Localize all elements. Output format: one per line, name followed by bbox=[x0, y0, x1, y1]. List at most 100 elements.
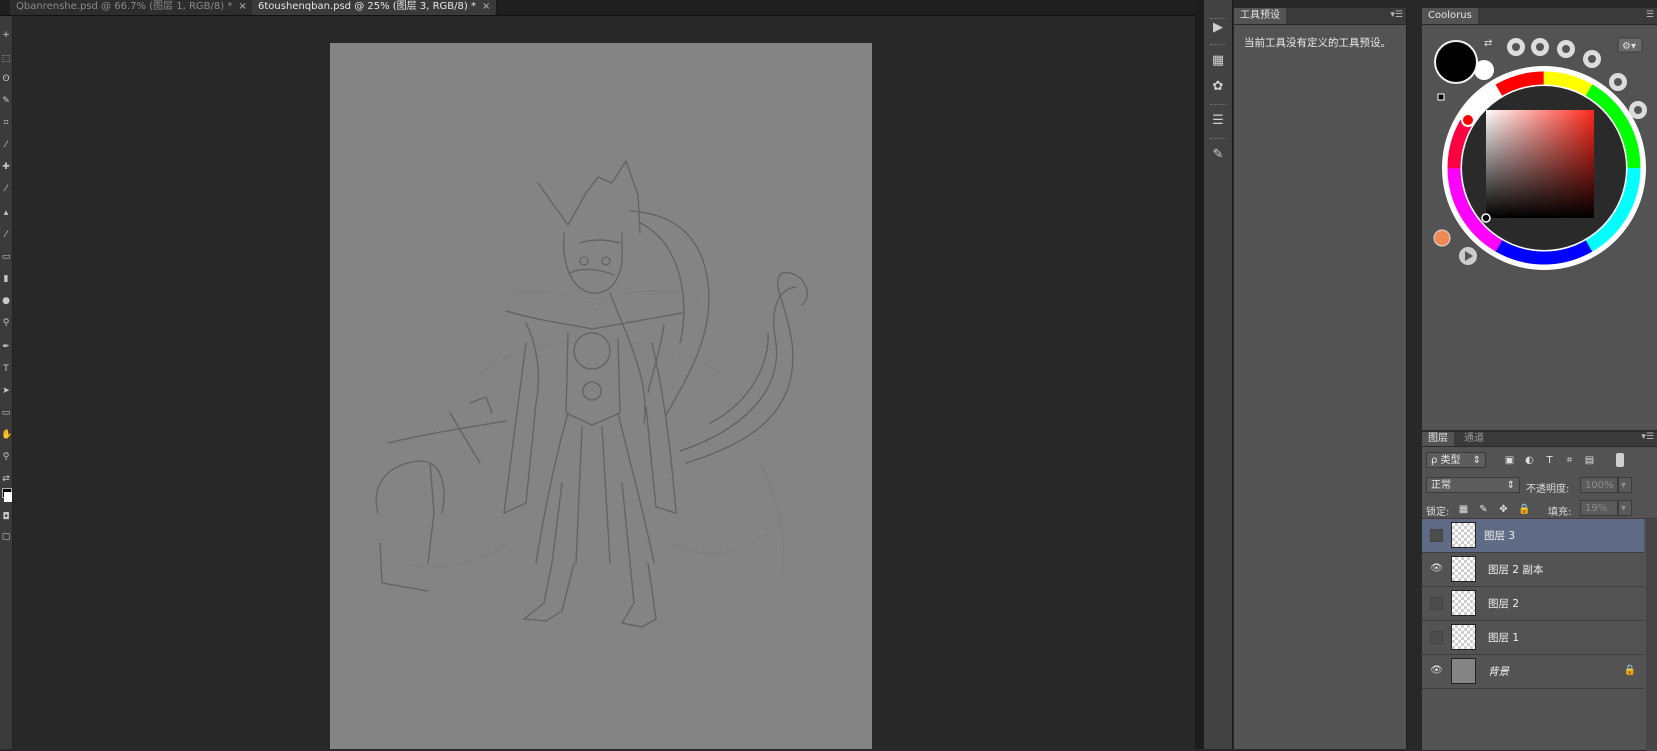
gear-glyph: ⚙▾ bbox=[1622, 41, 1636, 52]
filter-label: ρ 类型 bbox=[1431, 455, 1461, 466]
layer-row-1[interactable]: 图层 1 bbox=[1422, 621, 1644, 655]
marquee-tool-icon[interactable]: ⬚ bbox=[1, 54, 11, 64]
tab-qbanrenshe[interactable]: Qbanrenshe.psd @ 66.7% (图层 1, RGB/8) * × bbox=[10, 0, 254, 15]
move-tool-icon[interactable]: + bbox=[1, 30, 11, 40]
lock-image-icon[interactable]: ✎ bbox=[1478, 504, 1489, 515]
history-brush-tool-icon[interactable]: ⁄ bbox=[1, 230, 11, 240]
healing-tool-icon[interactable]: ✚ bbox=[1, 162, 11, 172]
dock-grip[interactable] bbox=[1210, 138, 1226, 141]
chevron-icon: ⇕ bbox=[1472, 455, 1481, 466]
brush-preset-icon[interactable]: ✎ bbox=[1208, 146, 1228, 164]
panel-tab-bar: 图层 通道 ▾☰ bbox=[1422, 432, 1657, 447]
panel-icon-dock: ▶ ▦ ✿ ☰ ✎ bbox=[1203, 0, 1233, 749]
default-colors-icon[interactable]: ⇄ bbox=[1, 474, 11, 484]
visibility-toggle[interactable] bbox=[1430, 631, 1443, 644]
layers-panel: 图层 通道 ▾☰ ρ 类型 ⇕ ▣ ◐ T ⌗ ▤ 正常 ⇕ 不透明度: 100% … bbox=[1422, 431, 1657, 751]
dodge-tool-icon[interactable]: ⚲ bbox=[1, 318, 11, 328]
hue-picker[interactable] bbox=[1461, 113, 1475, 127]
panel-divider[interactable] bbox=[1195, 0, 1203, 749]
type-filter-icon[interactable]: T bbox=[1544, 455, 1555, 466]
layer-filter-select[interactable]: ρ 类型 ⇕ bbox=[1426, 452, 1486, 468]
layer-row-background[interactable]: 👁 背景 🔒 bbox=[1422, 655, 1644, 689]
tab-tool-presets[interactable]: 工具预设 bbox=[1234, 8, 1286, 24]
panel-menu-icon[interactable]: ▾☰ bbox=[1641, 432, 1654, 442]
close-icon[interactable]: × bbox=[238, 1, 246, 12]
zoom-tool-icon[interactable]: ⚲ bbox=[1, 452, 11, 462]
opacity-input[interactable]: 100% bbox=[1580, 477, 1618, 493]
presets-message: 当前工具没有定义的工具预设。 bbox=[1244, 37, 1391, 49]
type-tool-icon[interactable]: T bbox=[1, 364, 11, 374]
lasso-tool-icon[interactable]: ʘ bbox=[1, 74, 11, 84]
layer-row-3[interactable]: 图层 3 bbox=[1422, 519, 1644, 553]
tab-coolorus[interactable]: Coolorus bbox=[1422, 8, 1478, 24]
shape-filter-icon[interactable]: ⌗ bbox=[1564, 455, 1575, 466]
foreground-color-swatch[interactable] bbox=[1436, 42, 1476, 82]
background-color-swatch[interactable] bbox=[4, 492, 12, 502]
panel-menu-icon[interactable]: ▾☰ bbox=[1390, 10, 1403, 20]
close-icon[interactable]: × bbox=[482, 1, 490, 12]
blur-tool-icon[interactable]: ● bbox=[1, 296, 11, 306]
layer-name: 背景 bbox=[1488, 666, 1509, 678]
document-tab-bar: Qbanrenshe.psd @ 66.7% (图层 1, RGB/8) * × … bbox=[0, 0, 1202, 16]
quick-select-tool-icon[interactable]: ✎ bbox=[1, 96, 11, 106]
palette-icon[interactable]: ✿ bbox=[1208, 78, 1228, 96]
brush-tool-icon[interactable]: ⁄ bbox=[1, 184, 11, 194]
blend-mode-select[interactable]: 正常 ⇕ bbox=[1426, 477, 1520, 493]
layer-thumbnail bbox=[1451, 590, 1476, 616]
layers-list: 图层 3 👁 图层 2 副本 图层 2 图层 1 👁 背景 🔒 bbox=[1422, 518, 1657, 751]
swatches-icon[interactable]: ▦ bbox=[1208, 52, 1228, 70]
default-colors-icon[interactable] bbox=[1437, 93, 1445, 101]
eyedropper-tool-icon[interactable]: ⁄ bbox=[1, 140, 11, 150]
layer-thumbnail bbox=[1451, 658, 1476, 684]
filter-toggle[interactable] bbox=[1616, 453, 1624, 467]
opacity-dropdown[interactable]: ▾ bbox=[1618, 477, 1632, 493]
tab-layers[interactable]: 图层 bbox=[1422, 432, 1454, 446]
layer-row-2-copy[interactable]: 👁 图层 2 副本 bbox=[1422, 553, 1644, 587]
panel-tab-bar: Coolorus ☰ bbox=[1422, 8, 1657, 25]
fill-dropdown[interactable]: ▾ bbox=[1618, 500, 1632, 516]
tools-panel: + ⬚ ʘ ✎ ⌗ ⁄ ✚ ⁄ ▴ ⁄ ▭ ▮ ● ⚲ ✒ T ➤ ▭ ✋ ⚲ … bbox=[0, 16, 13, 749]
play-icon[interactable]: ▶ bbox=[1208, 19, 1228, 37]
dock-grip[interactable] bbox=[1210, 44, 1226, 47]
pen-tool-icon[interactable]: ✒ bbox=[1, 342, 11, 352]
layer-row-2[interactable]: 图层 2 bbox=[1422, 587, 1644, 621]
chevron-icon: ⇕ bbox=[1506, 480, 1515, 491]
color-wheel-widget[interactable]: ⇄ ⚙▾ bbox=[1422, 24, 1657, 284]
sv-picker[interactable] bbox=[1481, 213, 1491, 223]
layer-thumbnail bbox=[1451, 556, 1476, 582]
dock-grip[interactable] bbox=[1210, 104, 1226, 107]
path-select-tool-icon[interactable]: ➤ bbox=[1, 386, 11, 396]
lock-transparent-icon[interactable]: ▦ bbox=[1458, 504, 1469, 515]
crop-tool-icon[interactable]: ⌗ bbox=[1, 118, 11, 128]
adjustment-filter-icon[interactable]: ◐ bbox=[1524, 455, 1535, 466]
smart-object-filter-icon[interactable]: ▤ bbox=[1584, 455, 1595, 466]
layer-name: 图层 3 bbox=[1484, 530, 1516, 542]
screen-mode-icon[interactable]: ▢ bbox=[1, 532, 11, 542]
gradient-tool-icon[interactable]: ▮ bbox=[1, 274, 11, 284]
visibility-toggle[interactable] bbox=[1430, 597, 1443, 610]
visibility-toggle[interactable] bbox=[1430, 529, 1443, 542]
layers-scrollbar[interactable] bbox=[1646, 519, 1657, 751]
quick-mask-icon[interactable]: ◘ bbox=[1, 512, 11, 522]
lock-position-icon[interactable]: ✥ bbox=[1498, 504, 1509, 515]
swap-colors-icon[interactable]: ⇄ bbox=[1484, 38, 1492, 49]
hand-tool-icon[interactable]: ✋ bbox=[1, 430, 12, 440]
tab-label: 6toushenqban.psd @ 25% (图层 3, RGB/8) * bbox=[258, 1, 476, 12]
eye-icon[interactable]: 👁 bbox=[1430, 563, 1443, 576]
clone-tool-icon[interactable]: ▴ bbox=[1, 208, 11, 218]
panel-menu-icon[interactable]: ☰ bbox=[1646, 10, 1654, 20]
tab-6toushenqban[interactable]: 6toushenqban.psd @ 25% (图层 3, RGB/8) * × bbox=[252, 0, 498, 15]
adjust-icon[interactable]: ☰ bbox=[1208, 112, 1228, 130]
layer-name: 图层 2 副本 bbox=[1488, 564, 1544, 576]
opacity-label: 不透明度: bbox=[1526, 484, 1570, 495]
shape-tool-icon[interactable]: ▭ bbox=[1, 408, 11, 418]
eye-icon[interactable]: 👁 bbox=[1430, 665, 1443, 678]
pixel-filter-icon[interactable]: ▣ bbox=[1504, 455, 1515, 466]
color-mixer-icon[interactable] bbox=[1433, 229, 1451, 247]
tab-channels[interactable]: 通道 bbox=[1458, 432, 1490, 446]
panel-tab-bar: 工具预设 ▾☰ bbox=[1234, 8, 1406, 25]
lock-all-icon[interactable]: 🔒 bbox=[1518, 504, 1530, 515]
fill-input[interactable]: 19% bbox=[1580, 500, 1618, 516]
document-canvas[interactable] bbox=[330, 43, 872, 749]
eraser-tool-icon[interactable]: ▭ bbox=[1, 252, 11, 262]
